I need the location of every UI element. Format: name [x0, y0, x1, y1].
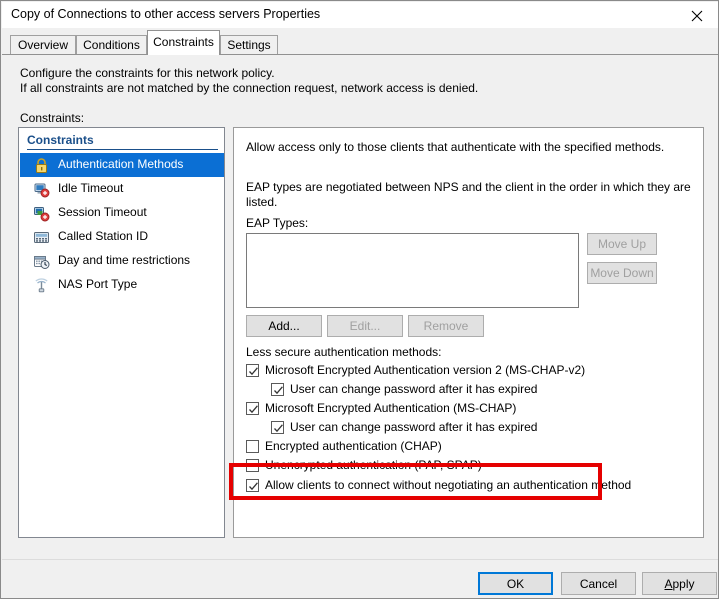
sidebar-item-label: NAS Port Type — [58, 277, 138, 291]
sidebar-item-label: Day and time restrictions — [58, 253, 191, 267]
checkbox-label: Allow clients to connect without negotia… — [265, 478, 632, 492]
title-bar: Copy of Connections to other access serv… — [2, 2, 718, 28]
tab-constraints-label: Constraints — [153, 35, 214, 49]
constraints-list-panel: Constraints Authentication Methods Idle … — [18, 127, 225, 538]
constraints-label: Constraints: — [20, 111, 85, 125]
checkbox-chap[interactable] — [246, 440, 259, 453]
constraints-list-header: Constraints — [27, 133, 218, 150]
checkbox-ms-chap[interactable] — [246, 402, 259, 415]
called-station-id-icon — [33, 229, 50, 246]
page-description-line2: If all constraints are not matched by th… — [20, 81, 479, 95]
add-button[interactable]: Add... — [246, 315, 322, 337]
sidebar-item-label: Idle Timeout — [58, 181, 124, 195]
sidebar-item-idle-timeout[interactable]: Idle Timeout — [20, 177, 224, 201]
sidebar-item-nas-port-type[interactable]: NAS Port Type — [20, 273, 224, 297]
checkbox-label: User can change password after it has ex… — [290, 382, 538, 396]
checkbox-label: Unencrypted authentication (PAP, SPAP) — [265, 458, 482, 472]
less-secure-methods-label: Less secure authentication methods: — [246, 345, 442, 359]
properties-dialog-window: Copy of Connections to other access serv… — [0, 0, 719, 599]
calendar-clock-icon — [33, 253, 50, 270]
checkbox-label: Microsoft Encrypted Authentication versi… — [265, 363, 586, 377]
auth-intro-text: Allow access only to those clients that … — [246, 140, 665, 154]
sidebar-item-label: Authentication Methods — [58, 157, 184, 171]
checkmark-icon — [274, 386, 283, 395]
cancel-button[interactable]: Cancel — [561, 572, 636, 595]
ok-button[interactable]: OK — [478, 572, 553, 595]
tab-settings[interactable]: Settings — [220, 35, 278, 55]
padlock-icon — [33, 157, 50, 174]
sidebar-item-day-and-time-restrictions[interactable]: Day and time restrictions — [20, 249, 224, 273]
tab-overview-label: Overview — [17, 38, 68, 52]
tab-settings-label: Settings — [227, 38, 271, 52]
sidebar-item-label: Session Timeout — [58, 205, 147, 219]
checkmark-icon — [249, 405, 258, 414]
checkbox-label: User can change password after it has ex… — [290, 420, 538, 434]
checkbox-ms-chap-v2[interactable] — [246, 364, 259, 377]
close-button[interactable] — [675, 2, 718, 27]
checkmark-icon — [274, 424, 283, 433]
checkbox-pap-spap[interactable] — [246, 459, 259, 472]
eap-types-label: EAP Types: — [246, 216, 309, 230]
session-timeout-icon — [33, 205, 50, 222]
apply-accelerator: A — [664, 577, 673, 591]
sidebar-item-session-timeout[interactable]: Session Timeout — [20, 201, 224, 225]
apply-label-rest: pply — [672, 577, 695, 591]
eap-types-listbox[interactable] — [246, 233, 579, 308]
nas-port-type-icon — [33, 277, 50, 294]
tab-strip: Overview Conditions Constraints Settings — [2, 28, 718, 55]
page-description-line1: Configure the constraints for this netwo… — [20, 66, 275, 80]
authentication-methods-panel: Allow access only to those clients that … — [233, 127, 704, 538]
eap-note-line1: EAP types are negotiated between NPS and… — [246, 180, 691, 194]
edit-button[interactable]: Edit... — [327, 315, 403, 337]
checkbox-change-password[interactable] — [271, 421, 284, 434]
checkbox-label: Microsoft Encrypted Authentication (MS-C… — [265, 401, 517, 415]
apply-button[interactable]: Apply — [642, 572, 717, 595]
constraints-tab-page: Configure the constraints for this netwo… — [2, 54, 718, 559]
checkbox-change-password-v2[interactable] — [271, 383, 284, 396]
checkmark-icon — [249, 482, 258, 491]
checkmark-icon — [249, 367, 258, 376]
tab-overview[interactable]: Overview — [10, 35, 76, 55]
tab-conditions[interactable]: Conditions — [76, 35, 147, 55]
close-icon — [691, 10, 703, 22]
tab-constraints[interactable]: Constraints — [147, 30, 220, 55]
checkbox-label: Encrypted authentication (CHAP) — [265, 439, 442, 453]
move-up-button[interactable]: Move Up — [587, 233, 657, 255]
sidebar-item-called-station-id[interactable]: Called Station ID — [20, 225, 224, 249]
tab-conditions-label: Conditions — [83, 38, 140, 52]
sidebar-item-authentication-methods[interactable]: Authentication Methods — [20, 153, 224, 177]
window-title: Copy of Connections to other access serv… — [11, 7, 321, 21]
idle-timeout-icon — [33, 181, 50, 198]
move-down-button[interactable]: Move Down — [587, 262, 657, 284]
remove-button[interactable]: Remove — [408, 315, 484, 337]
footer-separator — [2, 559, 718, 560]
sidebar-item-label: Called Station ID — [58, 229, 149, 243]
checkbox-allow-without-negotiation[interactable] — [246, 479, 259, 492]
eap-note-line2: listed. — [246, 195, 278, 209]
